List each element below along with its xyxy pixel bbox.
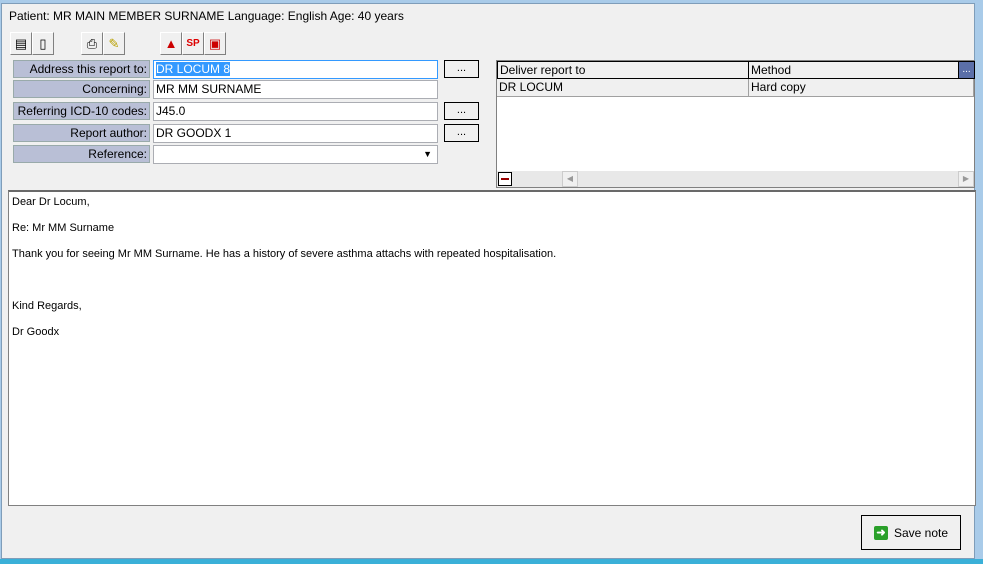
clipboard-export-icon: ▣ — [208, 35, 222, 51]
concerning-label: Concerning: — [13, 80, 150, 98]
print-button[interactable]: ⎙ — [81, 32, 103, 55]
save-note-button[interactable]: ➜ Save note — [861, 515, 961, 550]
shapes-document-icon: ▲ — [164, 36, 178, 51]
template-button[interactable]: ▲ — [160, 32, 182, 55]
arrow-right-icon: ➜ — [873, 525, 888, 540]
column-header-method[interactable]: Method — [748, 61, 959, 79]
reference-label: Reference: — [13, 145, 150, 163]
minus-icon — [501, 178, 509, 180]
letter-line: Re: Mr MM Surname — [12, 222, 115, 234]
icd-browse-button[interactable]: ... — [444, 102, 479, 120]
document-icon: ▯ — [39, 35, 47, 51]
grid-more-button[interactable]: ... — [958, 61, 975, 79]
table-row-cell-method[interactable]: Hard copy — [749, 79, 974, 97]
clipboard-export-button[interactable]: ▣ — [204, 32, 226, 55]
save-note-label: Save note — [893, 525, 949, 540]
notepad-button[interactable]: ✎ — [103, 32, 125, 55]
letter-line: Dear Dr Locum, — [12, 196, 90, 208]
letter-line: Thank you for seeing Mr MM Surname. He h… — [12, 248, 557, 260]
remove-row-button[interactable] — [498, 172, 512, 186]
address-browse-button[interactable]: ... — [444, 60, 479, 78]
letter-body-editor[interactable]: Dear Dr Locum, Re: Mr MM Surname Thank y… — [8, 190, 976, 506]
chevron-down-icon: ▼ — [423, 149, 432, 159]
author-browse-button[interactable]: ... — [444, 124, 479, 142]
author-label: Report author: — [13, 124, 150, 142]
table-row-cell-recipient[interactable]: DR LOCUM — [497, 79, 749, 97]
concerning-input[interactable]: MR MM SURNAME — [153, 80, 438, 99]
scroll-right-icon[interactable]: ▶ — [958, 171, 974, 187]
horizontal-scrollbar[interactable]: ◀ ▶ — [497, 171, 974, 187]
copy-pages-icon: ▤ — [14, 35, 28, 51]
document-button[interactable]: ▯ — [32, 32, 54, 55]
address-label: Address this report to: — [13, 60, 150, 78]
letter-line: Dr Goodx — [12, 326, 60, 338]
notepad-edit-icon: ✎ — [108, 35, 120, 51]
patient-header: Patient: MR MAIN MEMBER SURNAME Language… — [9, 9, 404, 23]
icd-label: Referring ICD-10 codes: — [13, 102, 150, 120]
spell-check-button[interactable]: SP — [182, 32, 204, 55]
author-input[interactable]: DR GOODX 1 — [153, 124, 438, 143]
column-header-deliver-to[interactable]: Deliver report to — [497, 61, 749, 79]
window-border — [0, 559, 983, 564]
scroll-left-icon[interactable]: ◀ — [562, 171, 578, 187]
spell-check-icon: SP — [186, 38, 200, 49]
delivery-grid: Deliver report to Method ... DR LOCUM Ha… — [496, 60, 975, 188]
letter-line — [12, 274, 972, 287]
address-input[interactable]: DR LOCUM 8 — [153, 60, 438, 79]
letter-line: Kind Regards, — [12, 300, 82, 312]
address-value: DR LOCUM 8 — [156, 62, 231, 76]
copy-pages-button[interactable]: ▤ — [10, 32, 32, 55]
icd-input[interactable]: J45.0 — [153, 102, 438, 121]
reference-select[interactable]: ▼ — [153, 145, 438, 164]
printer-icon: ⎙ — [86, 35, 98, 51]
